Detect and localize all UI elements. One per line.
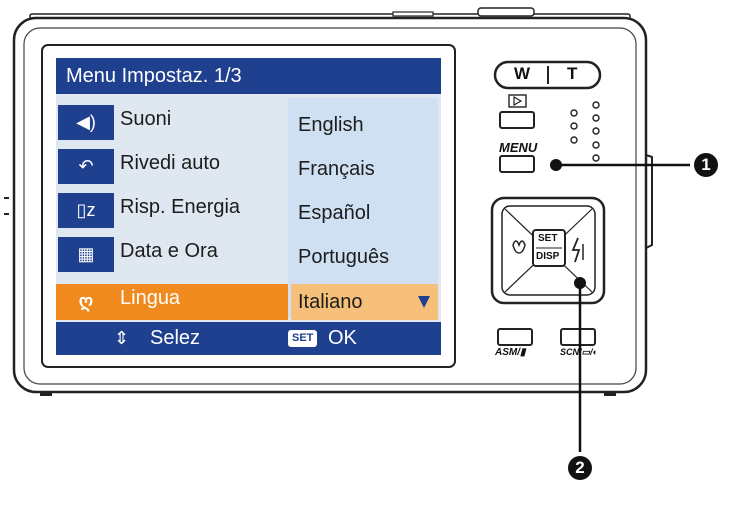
power-save-icon: ▯z [58, 193, 114, 228]
asm-label: ASM/▮ [495, 347, 526, 358]
scroll-down-arrow-icon[interactable] [418, 296, 430, 308]
calendar-clock-icon: ▦ [58, 237, 114, 272]
asm-button [497, 328, 533, 346]
speaker-icon: ◀) [58, 105, 114, 140]
review-icon: ↶ [58, 149, 114, 184]
menu-item-label: Suoni [120, 108, 172, 130]
callout-2: 2 [568, 456, 592, 480]
ok-label: OK [328, 327, 357, 349]
language-icon: ღ [78, 291, 94, 311]
menu-item-label: Lingua [120, 287, 181, 309]
language-option[interactable]: English [294, 106, 434, 144]
language-option[interactable]: Português [294, 238, 434, 276]
scn-button [560, 328, 596, 346]
scn-label: SCN/▭/◐ [560, 347, 598, 357]
lcd-screen: Menu Impostaz. 1/3 ◀) Suoni ↶ Rivedi aut… [56, 58, 441, 355]
menu-button [499, 155, 535, 173]
language-option[interactable]: Español [294, 194, 434, 232]
menu-item-label: Data e Ora [120, 240, 218, 262]
language-option[interactable]: Français [294, 150, 434, 188]
menu-item-label: Risp. Energia [120, 196, 241, 218]
zoom-w-label: W [514, 64, 531, 83]
callout-1: 1 [694, 153, 718, 177]
menu-item-label: Rivedi auto [120, 152, 221, 174]
shutter-top [477, 7, 535, 17]
set-label: SET [538, 233, 558, 244]
screen-title: Menu Impostaz. 1/3 [56, 58, 441, 94]
language-option-selected[interactable]: Italiano [294, 283, 434, 321]
screen-footer: ⇕ Selez SET OK [56, 322, 441, 355]
playback-button [499, 111, 535, 129]
nav-updown-icon: ⇕ [114, 328, 130, 348]
disp-label: DISP [536, 251, 560, 262]
menu-label: MENU [499, 140, 538, 155]
power-top [392, 11, 434, 17]
zoom-t-label: T [567, 64, 578, 83]
nav-label: Selez [150, 327, 201, 349]
set-badge: SET [288, 330, 318, 347]
